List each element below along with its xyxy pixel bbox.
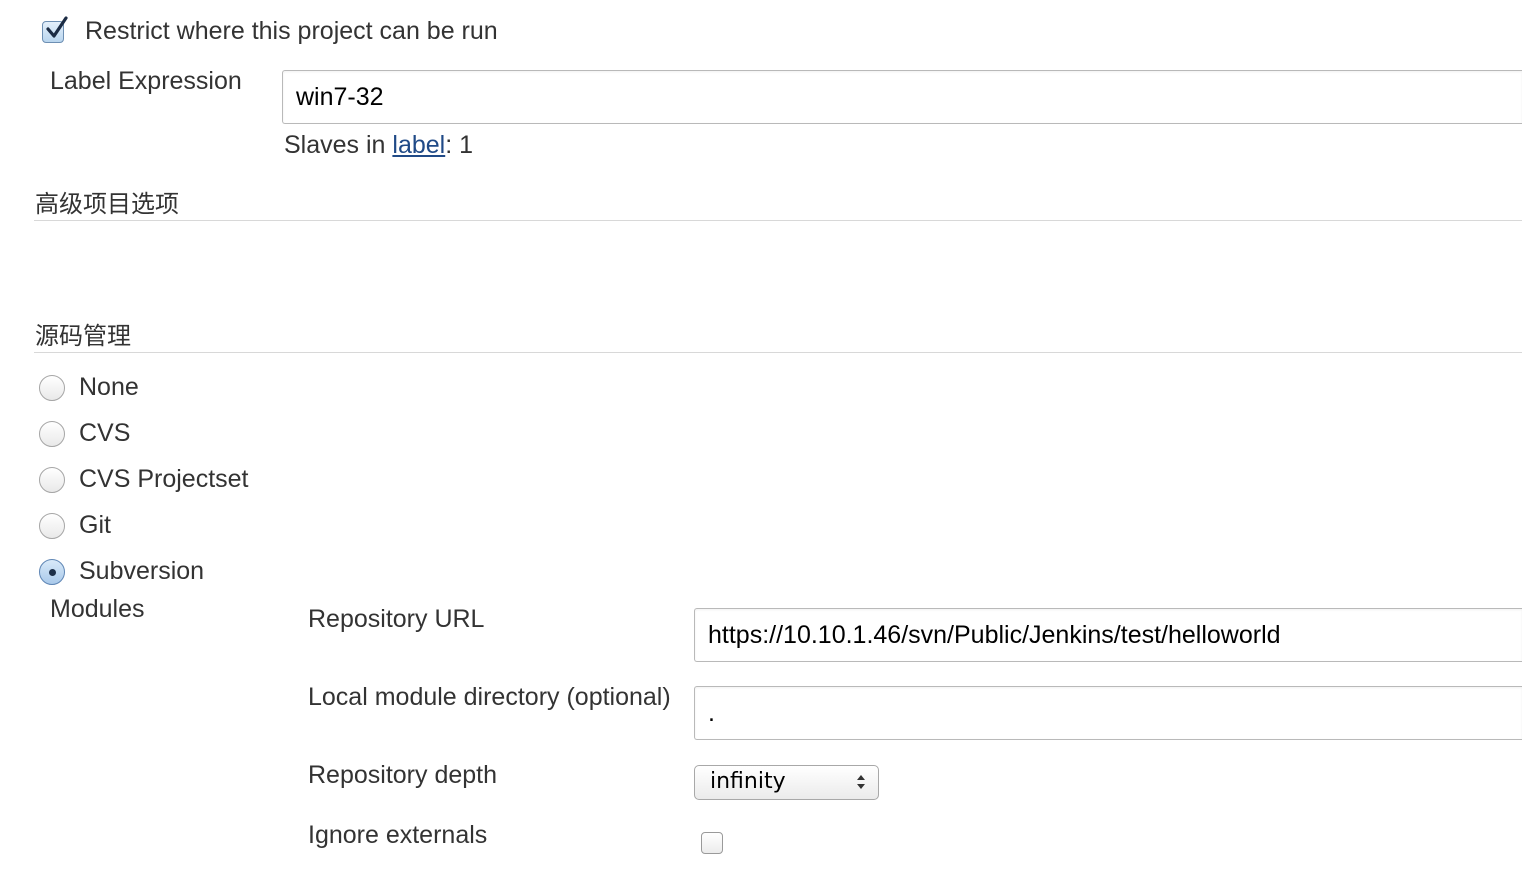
radio-subversion[interactable] xyxy=(39,559,65,585)
local-module-directory-input[interactable] xyxy=(694,686,1522,740)
radio-none[interactable] xyxy=(39,375,65,401)
ignore-externals-checkbox[interactable] xyxy=(701,832,723,854)
modules-label: Modules xyxy=(50,595,145,623)
section-divider xyxy=(34,220,1522,221)
repository-depth-value: infinity xyxy=(710,769,786,794)
restrict-checkbox[interactable] xyxy=(42,16,68,43)
radio-git[interactable] xyxy=(39,513,65,539)
slaves-count: : 1 xyxy=(445,131,474,159)
radio-subversion-label: Subversion xyxy=(79,557,205,585)
radio-cvs[interactable] xyxy=(39,421,65,447)
repository-url-label: Repository URL xyxy=(308,605,485,633)
scm-section-title: 源码管理 xyxy=(35,322,131,350)
slaves-info: Slaves in label: 1 xyxy=(284,131,473,160)
radio-git-label: Git xyxy=(79,511,111,539)
repository-url-input[interactable] xyxy=(694,608,1522,662)
section-divider xyxy=(34,352,1522,353)
label-expression-input[interactable] xyxy=(282,70,1522,124)
repository-depth-select[interactable]: infinity xyxy=(694,765,879,800)
slaves-prefix: Slaves in xyxy=(284,131,393,159)
local-module-directory-label: Local module directory (optional) xyxy=(308,683,671,711)
advanced-options-title: 高级项目选项 xyxy=(35,190,179,218)
restrict-label: Restrict where this project can be run xyxy=(85,17,498,45)
ignore-externals-label: Ignore externals xyxy=(308,821,488,849)
radio-none-label: None xyxy=(79,373,139,401)
repository-depth-label: Repository depth xyxy=(308,761,498,789)
radio-cvs-label: CVS xyxy=(79,419,131,447)
label-expression-label: Label Expression xyxy=(50,67,242,95)
radio-cvs-projectset-label: CVS Projectset xyxy=(79,465,249,493)
label-link[interactable]: label xyxy=(392,131,445,159)
checkmark-icon xyxy=(46,16,68,38)
select-arrows-icon xyxy=(857,775,865,789)
radio-selected-dot xyxy=(49,569,56,576)
radio-cvs-projectset[interactable] xyxy=(39,467,65,493)
